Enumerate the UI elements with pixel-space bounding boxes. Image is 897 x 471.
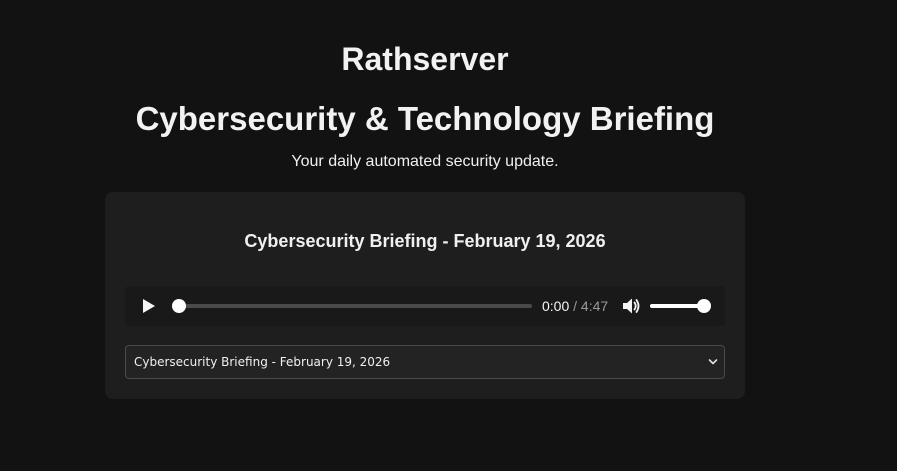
briefing-card: Cybersecurity Briefing - February 19, 20…: [105, 192, 745, 399]
audio-player: 0:00 / 4:47: [125, 286, 725, 326]
total-time: 4:47: [580, 298, 609, 314]
seek-bar[interactable]: [172, 299, 532, 313]
episode-select-value: Cybersecurity Briefing - February 19, 20…: [134, 355, 391, 369]
episode-select[interactable]: Cybersecurity Briefing - February 19, 20…: [125, 345, 725, 379]
mute-button[interactable]: [622, 297, 640, 315]
chevron-down-icon: [708, 359, 718, 365]
play-icon: [143, 299, 155, 313]
volume-slider[interactable]: [650, 299, 711, 313]
page-title: Cybersecurity & Technology Briefing: [135, 100, 715, 137]
time-separator: /: [569, 298, 581, 314]
page: Rathserver Cybersecurity & Technology Br…: [0, 0, 897, 471]
episode-title: Cybersecurity Briefing - February 19, 20…: [244, 231, 606, 251]
play-button[interactable]: [141, 298, 157, 314]
volume-icon: [623, 298, 640, 314]
volume-level: [650, 304, 704, 308]
volume-handle[interactable]: [697, 299, 711, 313]
seek-handle[interactable]: [172, 299, 186, 313]
time-display: 0:00 / 4:47: [542, 298, 608, 314]
site-title: Rathserver: [341, 41, 509, 77]
tagline: Your daily automated security update.: [291, 153, 559, 170]
current-time: 0:00: [542, 298, 570, 314]
